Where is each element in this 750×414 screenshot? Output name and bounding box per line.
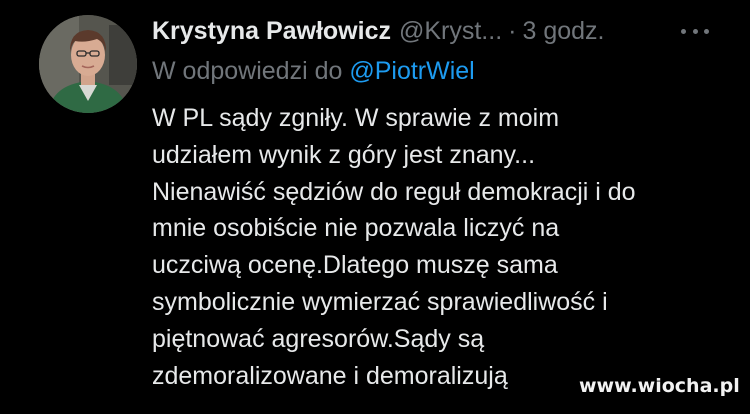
tweet-text-line: symbolicznie wymierzać sprawiedliwość i <box>152 287 608 316</box>
author-handle[interactable]: @Kryst... <box>399 14 502 48</box>
reply-context: W odpowiedzi do @PiotrWiel <box>152 54 475 88</box>
tweet-text-line: uczciwą ocenę.Dlatego muszę sama <box>152 251 558 280</box>
tweet-text-line: Nienawiść sędziów do reguł demokracji i … <box>152 177 636 206</box>
tweet-text-line: W PL sądy zgniły. W sprawie z moim <box>152 104 560 132</box>
watermark: www.wiocha.pl <box>579 375 740 397</box>
avatar-photo <box>39 15 137 113</box>
separator-dot: · <box>508 17 517 45</box>
more-dot <box>704 28 709 34</box>
tweet[interactable]: Krystyna Pawłowicz @Kryst... · 3 godz. W… <box>0 0 750 414</box>
tweet-header: Krystyna Pawłowicz @Kryst... · 3 godz. <box>152 14 605 48</box>
tweet-text-line: mnie osobiście nie pozwala liczyć na <box>152 214 560 243</box>
tweet-text-line: piętnować agresorów.Sądy są <box>152 324 485 353</box>
author-name[interactable]: Krystyna Pawłowicz <box>152 14 391 48</box>
tweet-text: W PL sądy zgniły. W sprawie z moim udzia… <box>152 100 742 394</box>
timestamp[interactable]: 3 godz. <box>522 14 604 48</box>
avatar[interactable] <box>39 15 137 113</box>
more-dot <box>681 28 686 34</box>
tweet-text-line: udziałem wynik z góry jest znany... <box>152 140 536 169</box>
reply-prefix: W odpowiedzi do <box>152 57 343 85</box>
reply-to-handle-link[interactable]: @PiotrWiel <box>349 57 474 85</box>
more-dot <box>692 28 698 34</box>
more-options-icon[interactable] <box>681 19 709 43</box>
